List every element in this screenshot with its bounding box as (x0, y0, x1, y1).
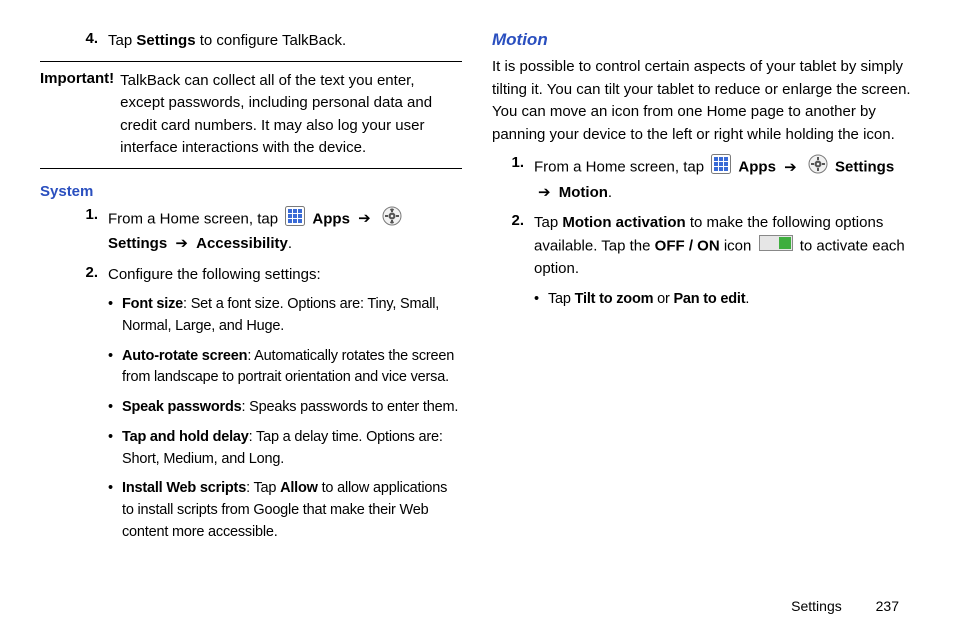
allow-word: Allow (280, 480, 318, 496)
motion-activation-label: Motion activation (562, 214, 685, 231)
bullet-title: Tap and hold delay (122, 429, 249, 445)
arrow-icon: ➔ (171, 235, 192, 252)
list-item: Auto-rotate screen: Automatically rotate… (108, 346, 462, 390)
step-4: 4. Tap Settings to configure TalkBack. (74, 30, 462, 53)
settings-icon (808, 154, 828, 182)
text: From a Home screen, tap (534, 159, 708, 176)
tilt-to-zoom-label: Tilt to zoom (575, 291, 654, 307)
motion-heading: Motion (492, 30, 914, 50)
system-step-1: 1. From a Home screen, tap Apps ➔ Settin… (74, 206, 462, 256)
settings-label: Settings (108, 235, 167, 252)
settings-icon (382, 206, 402, 234)
text: icon (720, 237, 756, 254)
text: to configure TalkBack. (196, 32, 347, 49)
arrow-icon: ➔ (354, 210, 375, 227)
period: . (288, 235, 292, 252)
motion-step-2: 2. Tap Motion activation to make the fol… (500, 212, 914, 281)
step-body: Tap Settings to configure TalkBack. (108, 30, 462, 53)
list-item: Tap Tilt to zoom or Pan to edit. (534, 289, 914, 311)
settings-label: Settings (835, 159, 894, 176)
bullet-title: Speak passwords (122, 399, 242, 415)
list-item: Speak passwords: Speaks passwords to ent… (108, 397, 462, 419)
step-body: From a Home screen, tap Apps ➔ Settings … (108, 206, 462, 256)
footer-section: Settings (791, 598, 842, 614)
motion-intro: It is possible to control certain aspect… (492, 56, 914, 146)
text: Tap (108, 32, 136, 49)
system-heading: System (40, 183, 462, 200)
manual-page: 4. Tap Settings to configure TalkBack. I… (0, 0, 954, 636)
list-item: Tap and hold delay: Tap a delay time. Op… (108, 427, 462, 471)
bullet-text: : Speaks passwords to enter them. (242, 399, 459, 415)
step-number: 1. (500, 154, 534, 171)
step-body: Tap Motion activation to make the follow… (534, 212, 914, 281)
text: . (745, 291, 749, 307)
system-step-2: 2. Configure the following settings: (74, 264, 462, 287)
footer-page-number: 237 (876, 598, 899, 614)
important-label: Important! (40, 70, 120, 160)
step-number: 4. (74, 30, 108, 47)
apps-label: Apps (312, 210, 350, 227)
period: . (608, 184, 612, 201)
text: Tap (548, 291, 575, 307)
motion-step-1: 1. From a Home screen, tap Apps ➔ Settin… (500, 154, 914, 204)
motion-label: Motion (559, 184, 608, 201)
step-number: 2. (500, 212, 534, 229)
divider (40, 168, 462, 169)
important-body: TalkBack can collect all of the text you… (120, 70, 462, 160)
step-number: 1. (74, 206, 108, 223)
apps-icon (711, 154, 731, 182)
text: From a Home screen, tap (108, 210, 282, 227)
list-item: Font size: Set a font size. Options are:… (108, 294, 462, 338)
pan-to-edit-label: Pan to edit (673, 291, 745, 307)
left-column: 4. Tap Settings to configure TalkBack. I… (40, 30, 462, 552)
two-column-layout: 4. Tap Settings to configure TalkBack. I… (40, 30, 914, 552)
step-number: 2. (74, 264, 108, 281)
settings-word: Settings (136, 32, 195, 49)
bullet-title: Auto-rotate screen (122, 348, 247, 364)
arrow-icon: ➔ (534, 184, 555, 201)
page-footer: Settings 237 (791, 598, 899, 614)
bullet-text: : Tap (246, 480, 280, 496)
list-item: Install Web scripts: Tap Allow to allow … (108, 478, 462, 543)
bullet-title: Font size (122, 296, 183, 312)
important-note: Important! TalkBack can collect all of t… (40, 70, 462, 160)
divider (40, 61, 462, 62)
apps-icon (285, 206, 305, 234)
accessibility-label: Accessibility (196, 235, 288, 252)
right-column: Motion It is possible to control certain… (492, 30, 914, 552)
step-body: From a Home screen, tap Apps ➔ Settings … (534, 154, 914, 204)
off-on-label: OFF / ON (655, 237, 720, 254)
bullet-title: Install Web scripts (122, 480, 246, 496)
arrow-icon: ➔ (780, 159, 801, 176)
text: or (653, 291, 673, 307)
toggle-icon (759, 235, 793, 259)
step-body: Configure the following settings: (108, 264, 462, 287)
settings-bullets: Font size: Set a font size. Options are:… (108, 294, 462, 544)
apps-label: Apps (738, 159, 776, 176)
motion-sub-bullets: Tap Tilt to zoom or Pan to edit. (534, 289, 914, 311)
text: Tap (534, 214, 562, 231)
